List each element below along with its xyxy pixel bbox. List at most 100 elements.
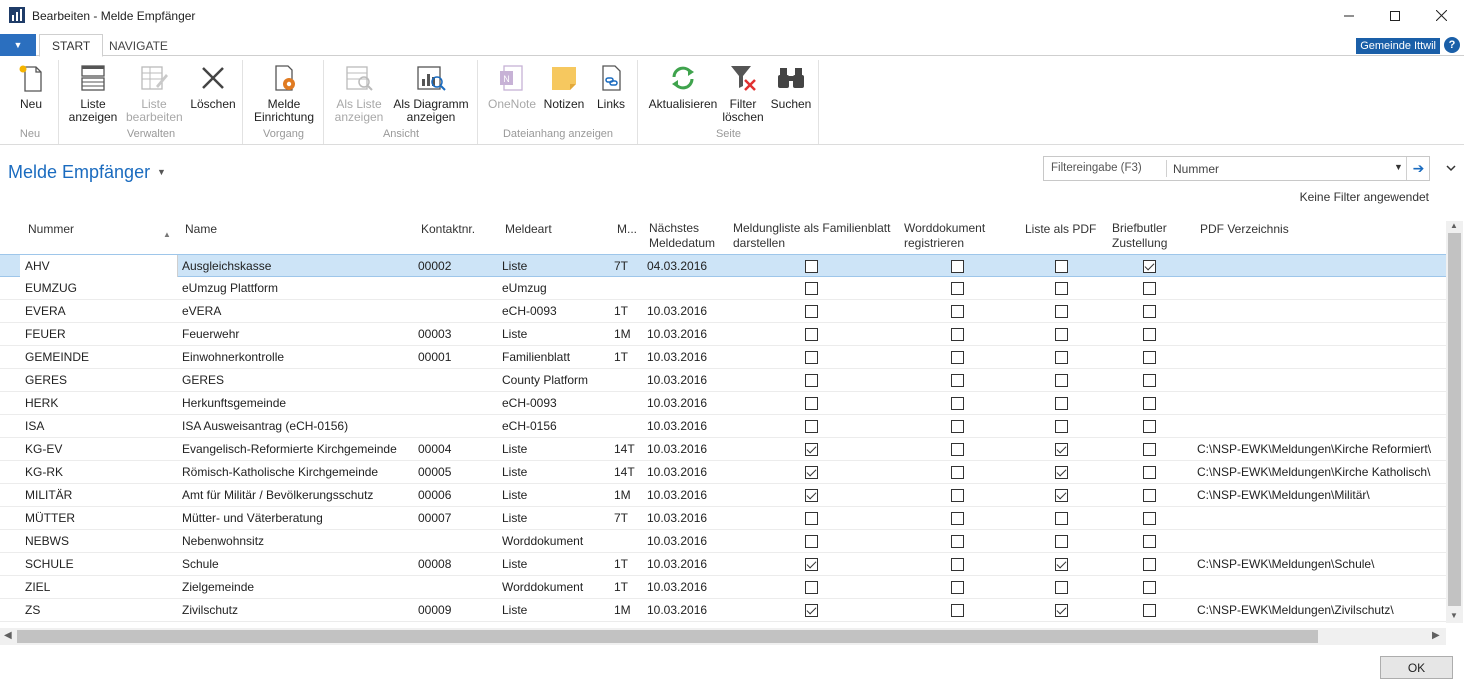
horizontal-scroll-thumb[interactable] (17, 630, 1318, 643)
cell-name[interactable]: Feuerwehr (182, 327, 239, 341)
company-badge[interactable]: Gemeinde Ittwil (1356, 38, 1440, 54)
cell-pdfdir[interactable]: C:\NSP-EWK\Meldungen\Kirche Reformiert\ (1197, 442, 1431, 456)
table-row[interactable]: MÜTTER Mütter- und Väterberatung 00007 List… (0, 507, 1446, 530)
column-header-name[interactable]: Name (185, 222, 217, 237)
onenote-button[interactable]: N OneNote (485, 62, 539, 111)
checkbox-familienblatt[interactable] (805, 351, 818, 364)
checkbox-word[interactable] (951, 305, 964, 318)
cell-m[interactable]: 7T (614, 511, 628, 525)
cell-kontakt[interactable]: 00009 (418, 603, 451, 617)
checkbox-familienblatt[interactable] (805, 305, 818, 318)
cell-meldeart[interactable]: Liste (502, 442, 527, 456)
cell-m[interactable]: 1T (614, 350, 628, 364)
cell-nummer[interactable]: GERES (25, 373, 67, 387)
column-header-word[interactable]: Worddokument registrieren (904, 221, 996, 251)
checkbox-brief[interactable] (1143, 351, 1156, 364)
tab-navigate[interactable]: NAVIGATE (97, 34, 180, 57)
show-as-list-button[interactable]: Als Liste anzeigen (331, 62, 387, 124)
cell-m[interactable]: 7T (614, 259, 628, 273)
cell-meldeart[interactable]: Familienblatt (502, 350, 570, 364)
cell-m[interactable]: 1M (614, 603, 631, 617)
cell-m[interactable]: 1T (614, 304, 628, 318)
view-list-button[interactable]: Liste anzeigen (66, 62, 120, 124)
checkbox-pdf[interactable] (1055, 489, 1068, 502)
minimize-button[interactable] (1326, 0, 1372, 31)
checkbox-familienblatt[interactable] (805, 420, 818, 433)
checkbox-word[interactable] (951, 282, 964, 295)
cell-name[interactable]: eVERA (182, 304, 221, 318)
cell-pdfdir[interactable]: C:\NSP-EWK\Meldungen\Militär\ (1197, 488, 1370, 502)
checkbox-familienblatt[interactable] (805, 397, 818, 410)
checkbox-word[interactable] (951, 328, 964, 341)
cell-nummer[interactable]: MÜTTER (25, 511, 75, 525)
cell-nummer[interactable]: AHV (25, 259, 50, 273)
checkbox-brief[interactable] (1143, 328, 1156, 341)
tab-start[interactable]: START (39, 34, 104, 57)
checkbox-word[interactable] (951, 466, 964, 479)
checkbox-pdf[interactable] (1055, 374, 1068, 387)
chevron-down-icon[interactable]: ▼ (1394, 162, 1403, 172)
cell-meldeart[interactable]: Worddokument (502, 534, 583, 548)
cell-nummer[interactable]: SCHULE (25, 557, 74, 571)
cell-datum[interactable]: 10.03.2016 (647, 327, 707, 341)
checkbox-brief[interactable] (1143, 260, 1156, 273)
cell-datum[interactable]: 10.03.2016 (647, 442, 707, 456)
cell-meldeart[interactable]: eCH-0093 (502, 396, 557, 410)
cell-nummer[interactable]: NEBWS (25, 534, 69, 548)
checkbox-pdf[interactable] (1055, 604, 1068, 617)
checkbox-brief[interactable] (1143, 604, 1156, 617)
cell-datum[interactable]: 10.03.2016 (647, 465, 707, 479)
cell-datum[interactable]: 10.03.2016 (647, 350, 707, 364)
cell-m[interactable]: 1T (614, 580, 628, 594)
cell-pdfdir[interactable]: C:\NSP-EWK\Meldungen\Kirche Katholisch\ (1197, 465, 1430, 479)
checkbox-brief[interactable] (1143, 512, 1156, 525)
horizontal-scrollbar[interactable]: ◀ ▶ (0, 628, 1446, 645)
table-row[interactable]: EUMZUG eUmzug Plattform eUmzug (0, 277, 1446, 300)
new-button[interactable]: Neu (11, 62, 51, 111)
checkbox-word[interactable] (951, 420, 964, 433)
cell-nummer[interactable]: EVERA (25, 304, 66, 318)
column-header-brief[interactable]: Briefbutler Zustellung (1112, 221, 1172, 251)
checkbox-brief[interactable] (1143, 397, 1156, 410)
table-row[interactable]: EVERA eVERA eCH-0093 1T 10.03.2016 (0, 300, 1446, 323)
checkbox-familienblatt[interactable] (805, 260, 818, 273)
cell-name[interactable]: Mütter- und Väterberatung (182, 511, 323, 525)
cell-nummer[interactable]: FEUER (25, 327, 66, 341)
cell-kontakt[interactable]: 00007 (418, 511, 451, 525)
notes-button[interactable]: Notizen (541, 62, 587, 111)
column-header-m[interactable]: M... (617, 222, 637, 237)
checkbox-word[interactable] (951, 581, 964, 594)
clear-filter-button[interactable]: Filter löschen (721, 62, 765, 124)
cell-meldeart[interactable]: County Platform (502, 373, 588, 387)
checkbox-pdf[interactable] (1055, 466, 1068, 479)
show-as-chart-button[interactable]: Als Diagramm anzeigen (389, 62, 473, 124)
checkbox-brief[interactable] (1143, 535, 1156, 548)
page-title[interactable]: Melde Empfänger (8, 162, 150, 183)
column-header-pdfdir[interactable]: PDF Verzeichnis (1200, 222, 1289, 237)
cell-datum[interactable]: 10.03.2016 (647, 488, 707, 502)
cell-m[interactable]: 14T (614, 442, 635, 456)
cell-datum[interactable]: 10.03.2016 (647, 534, 707, 548)
cell-meldeart[interactable]: Liste (502, 327, 527, 341)
cell-name[interactable]: Römisch-Katholische Kirchgemeinde (182, 465, 378, 479)
cell-meldeart[interactable]: Liste (502, 511, 527, 525)
cell-meldeart[interactable]: Liste (502, 488, 527, 502)
cell-datum[interactable]: 10.03.2016 (647, 304, 707, 318)
column-header-pdf[interactable]: Liste als PDF (1025, 222, 1096, 237)
column-header-nummer[interactable]: Nummer (28, 222, 74, 237)
checkbox-familienblatt[interactable] (805, 489, 818, 502)
edit-list-button[interactable]: Liste bearbeiten (126, 62, 183, 124)
cell-datum[interactable]: 10.03.2016 (647, 580, 707, 594)
table-row[interactable]: SCHULE Schule 00008 Liste 1T 10.03.2016 C:\NSP… (0, 553, 1446, 576)
checkbox-familienblatt[interactable] (805, 558, 818, 571)
checkbox-pdf[interactable] (1055, 443, 1068, 456)
filter-input[interactable]: Filtereingabe (F3) (1051, 162, 1142, 174)
checkbox-brief[interactable] (1143, 581, 1156, 594)
checkbox-brief[interactable] (1143, 420, 1156, 433)
scroll-down-icon[interactable]: ▼ (1450, 611, 1458, 620)
delete-button[interactable]: Löschen (188, 62, 238, 111)
cell-pdfdir[interactable]: C:\NSP-EWK\Meldungen\Zivilschutz\ (1197, 603, 1394, 617)
cell-meldeart[interactable]: Liste (502, 465, 527, 479)
close-button[interactable] (1418, 0, 1464, 31)
refresh-button[interactable]: Aktualisieren (647, 62, 719, 111)
